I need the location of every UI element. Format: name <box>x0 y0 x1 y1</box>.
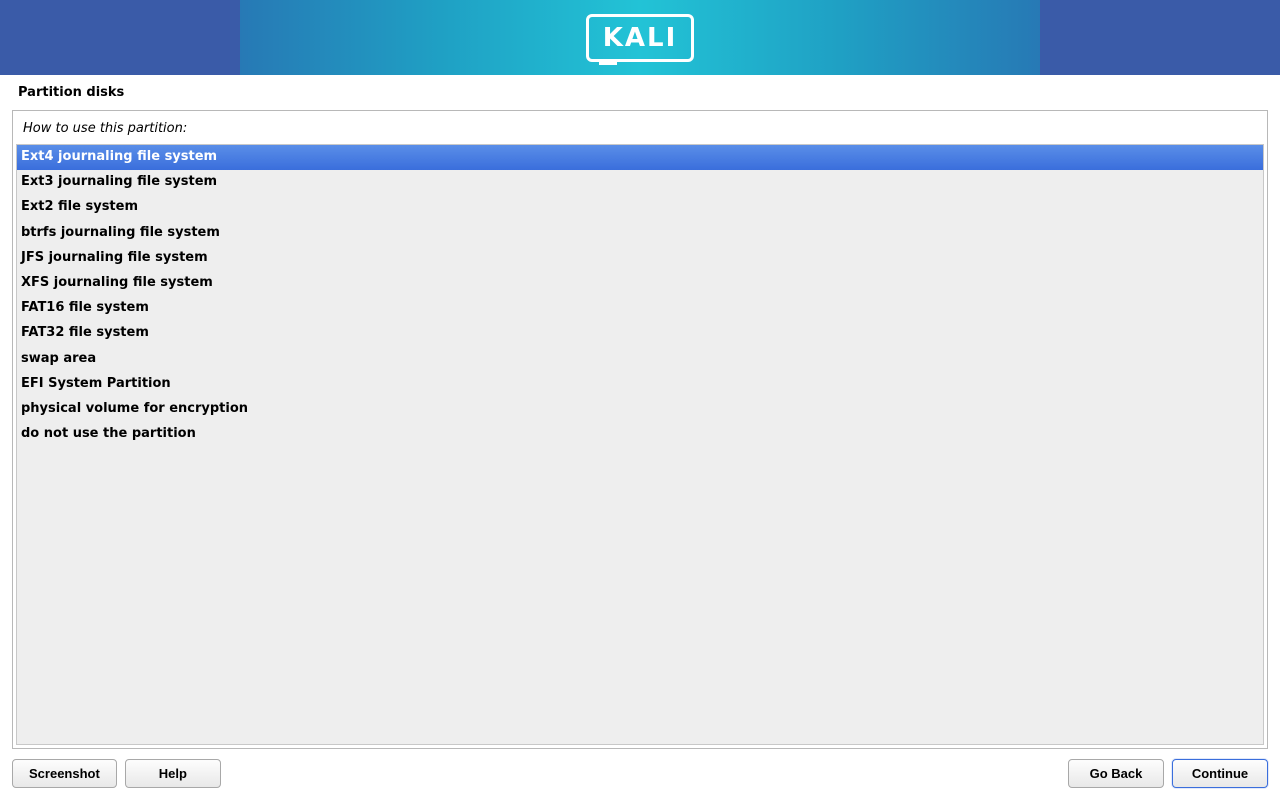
list-item[interactable]: Ext2 file system <box>17 195 1263 220</box>
prompt-label: How to use this partition: <box>13 111 1267 142</box>
header-banner: KALI <box>0 0 1280 75</box>
page-title: Partition disks <box>0 75 1280 106</box>
list-item[interactable]: XFS journaling file system <box>17 271 1263 296</box>
footer-right: Go Back Continue <box>1068 759 1268 788</box>
list-item[interactable]: Ext4 journaling file system <box>17 145 1263 170</box>
kali-logo: KALI <box>586 14 695 62</box>
help-button[interactable]: Help <box>125 759 221 788</box>
list-item[interactable]: swap area <box>17 347 1263 372</box>
list-item[interactable]: FAT16 file system <box>17 296 1263 321</box>
list-item[interactable]: physical volume for encryption <box>17 397 1263 422</box>
go-back-button[interactable]: Go Back <box>1068 759 1164 788</box>
list-item[interactable]: do not use the partition <box>17 422 1263 447</box>
header-center: KALI <box>240 0 1040 75</box>
footer-bar: Screenshot Help Go Back Continue <box>0 749 1280 800</box>
partition-use-list[interactable]: Ext4 journaling file systemExt3 journali… <box>16 144 1264 745</box>
list-item[interactable]: Ext3 journaling file system <box>17 170 1263 195</box>
list-item[interactable]: EFI System Partition <box>17 372 1263 397</box>
list-item[interactable]: JFS journaling file system <box>17 246 1263 271</box>
logo-text: KALI <box>603 23 678 53</box>
continue-button[interactable]: Continue <box>1172 759 1268 788</box>
footer-left: Screenshot Help <box>12 759 221 788</box>
list-item[interactable]: FAT32 file system <box>17 321 1263 346</box>
content-panel: How to use this partition: Ext4 journali… <box>12 110 1268 749</box>
list-item[interactable]: btrfs journaling file system <box>17 221 1263 246</box>
screenshot-button[interactable]: Screenshot <box>12 759 117 788</box>
